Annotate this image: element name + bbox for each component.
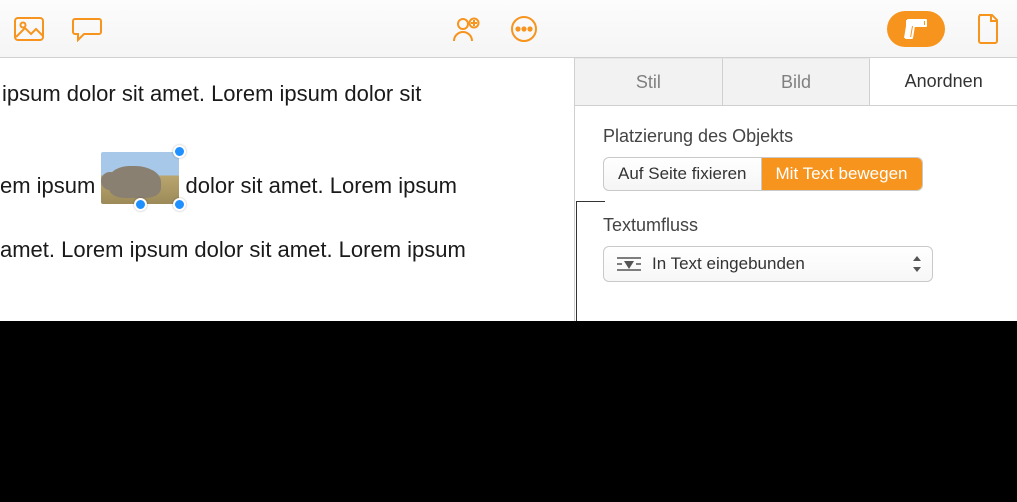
media-icon[interactable] bbox=[14, 14, 44, 44]
text-fragment: dolor sit amet. Lorem ipsum bbox=[179, 172, 456, 200]
callout-line bbox=[576, 201, 605, 202]
text-wrap-value: In Text eingebunden bbox=[644, 254, 805, 274]
object-placement-heading: Platzierung des Objekts bbox=[603, 126, 989, 147]
document-icon[interactable] bbox=[973, 14, 1003, 44]
format-button[interactable] bbox=[887, 11, 945, 47]
document-canvas[interactable]: ipsum dolor sit amet. Lorem ipsum dolor … bbox=[0, 58, 574, 321]
seg-fix-on-page[interactable]: Auf Seite fixieren bbox=[604, 158, 762, 190]
inspector-sidebar: Stil Bild Anordnen Platzierung des Objek… bbox=[574, 58, 1017, 321]
wrap-inline-icon bbox=[614, 256, 644, 272]
placement-segment: Auf Seite fixieren Mit Text bewegen bbox=[603, 157, 923, 191]
collaborate-icon[interactable] bbox=[451, 14, 481, 44]
selection-handle[interactable] bbox=[173, 198, 186, 211]
toolbar bbox=[0, 0, 1017, 58]
tab-image[interactable]: Bild bbox=[723, 58, 871, 105]
text-wrap-heading: Textumfluss bbox=[603, 215, 989, 236]
arrange-panel: Platzierung des Objekts Auf Seite fixier… bbox=[575, 106, 1017, 296]
seg-move-with-text[interactable]: Mit Text bewegen bbox=[762, 158, 922, 190]
chevron-updown-icon bbox=[912, 256, 922, 272]
comment-icon[interactable] bbox=[72, 14, 102, 44]
inspector-tabs: Stil Bild Anordnen bbox=[575, 58, 1017, 106]
text-fragment: em ipsum bbox=[0, 172, 101, 200]
tab-arrange[interactable]: Anordnen bbox=[870, 58, 1017, 105]
cropped-region bbox=[0, 321, 1017, 502]
inline-image[interactable] bbox=[101, 152, 179, 204]
tab-style[interactable]: Stil bbox=[575, 58, 723, 105]
more-icon[interactable] bbox=[509, 14, 539, 44]
main: ipsum dolor sit amet. Lorem ipsum dolor … bbox=[0, 58, 1017, 321]
text-wrap-dropdown[interactable]: In Text eingebunden bbox=[603, 246, 933, 282]
selection-handle[interactable] bbox=[134, 198, 147, 211]
text-line: amet. Lorem ipsum dolor sit amet. Lorem … bbox=[0, 200, 574, 264]
text-line: em ipsum dolor sit amet. Lorem ipsum bbox=[0, 152, 574, 200]
selection-handle[interactable] bbox=[173, 145, 186, 158]
text-line: ipsum dolor sit amet. Lorem ipsum dolor … bbox=[0, 80, 574, 152]
